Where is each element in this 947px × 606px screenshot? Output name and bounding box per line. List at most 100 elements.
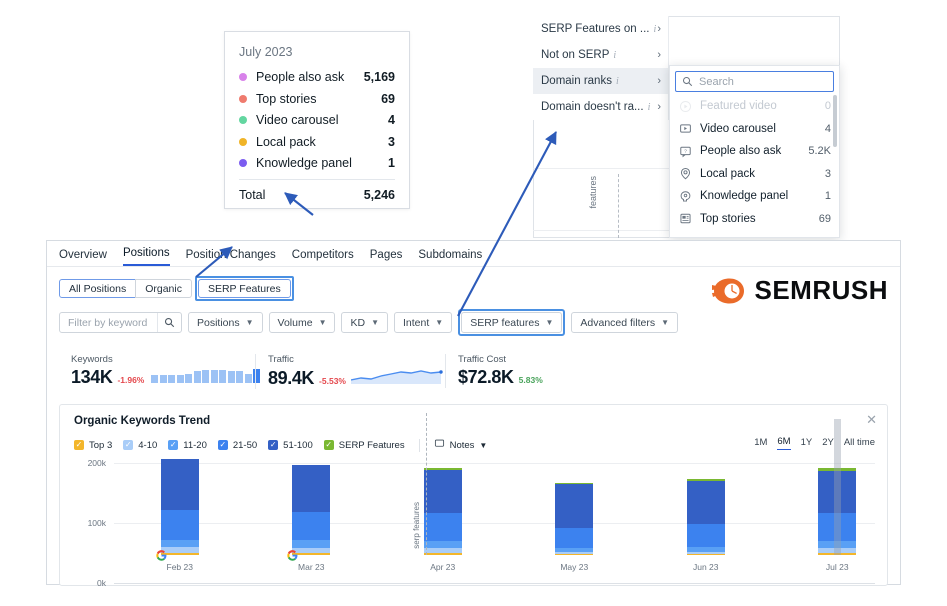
checkbox-icon[interactable]: ✓	[217, 440, 228, 450]
dropdown-item[interactable]: Not on SERP i ›	[533, 42, 668, 68]
filter-serp-features[interactable]: SERP features ▼	[461, 312, 563, 333]
main-nav-tabs[interactable]: Overview Positions Position Changes Competi…	[47, 241, 900, 267]
annotation-dashed-line	[425, 413, 427, 555]
filter-positions[interactable]: Positions ▼	[188, 312, 263, 333]
stacked-bar[interactable]	[160, 459, 199, 555]
sparkline-bar	[159, 375, 167, 383]
chevron-down-icon: ▼	[371, 318, 379, 327]
filter-toolbar[interactable]: Filter by keyword Positions ▼ Volume ▼ KD ▼ In…	[47, 301, 900, 336]
tab-pages[interactable]: Pages	[370, 249, 403, 266]
dropdown-item[interactable]: Domain doesn't ra... i ›	[533, 94, 668, 120]
sparkline-bar	[210, 370, 218, 383]
range-all-time[interactable]: All time	[844, 437, 875, 450]
tab-positions[interactable]: Positions	[122, 247, 170, 266]
y-axis-tick-label: 100k	[87, 518, 106, 528]
info-icon[interactable]: i	[616, 76, 619, 87]
range-6m[interactable]: 6M	[777, 436, 791, 450]
stacked-bar[interactable]	[423, 468, 462, 555]
google-update-icon[interactable]	[156, 548, 167, 561]
filter-buttons[interactable]: Positions ▼ Volume ▼ KD ▼ Intent ▼ SERP features…	[188, 309, 679, 336]
close-icon[interactable]: ✕	[866, 413, 877, 426]
segment-organic[interactable]: Organic	[135, 279, 192, 298]
legend-item-21-50[interactable]: ✓ 21-50	[217, 440, 257, 451]
bar-segment-21-50	[292, 511, 331, 541]
filter-label: Volume	[277, 316, 313, 329]
info-icon[interactable]: i	[648, 102, 651, 113]
submenu-item-label: Featured video	[700, 100, 777, 113]
search-input[interactable]: Search	[675, 71, 834, 92]
segment-all-positions[interactable]: All Positions	[59, 279, 137, 298]
google-update-icon[interactable]	[287, 548, 298, 561]
checkbox-icon[interactable]: ✓	[268, 440, 279, 450]
bar-segment-21-50	[686, 524, 725, 547]
filter-volume[interactable]: Volume ▼	[268, 312, 336, 333]
submenu-scrollbar[interactable]	[833, 95, 837, 147]
x-axis-tick-label: Mar 23	[298, 562, 325, 572]
x-axis-tick-label: Jul 23	[825, 562, 849, 572]
filter-kd[interactable]: KD ▼	[341, 312, 388, 333]
legend-item-51-100[interactable]: ✓ 51-100	[268, 440, 313, 451]
serp-features-dropdown[interactable]: SERP Features on ... i › Not on SERP i › Domai…	[533, 16, 840, 238]
legend-item-11-20[interactable]: ✓ 11-20	[168, 440, 207, 451]
submenu-item[interactable]: Local pack 3	[670, 163, 839, 186]
submenu-item[interactable]: Top stories 69	[670, 208, 839, 231]
submenu-list[interactable]: Featured video 0 Video carousel 4? People al…	[670, 95, 839, 230]
semrush-logo: SEMRUSH	[712, 275, 888, 306]
metric-traffic-cost: Traffic Cost $72.8K 5.83%	[445, 354, 543, 388]
filter-label: SERP features	[470, 316, 540, 329]
range-1y[interactable]: 1Y	[801, 437, 813, 450]
metric-keywords: Keywords 134K -1.96%	[59, 354, 261, 388]
dropdown-category-list[interactable]: SERP Features on ... i › Not on SERP i › Domai…	[533, 16, 669, 120]
tab-subdomains[interactable]: Subdomains	[418, 249, 482, 266]
x-axis-tick-label: Jun 23	[692, 562, 719, 572]
stacked-bar[interactable]	[686, 479, 725, 555]
legend-item-top-3[interactable]: ✓ Top 3	[74, 440, 112, 451]
range-1m[interactable]: 1M	[754, 437, 767, 450]
dropdown-item[interactable]: SERP Features on ... i ›	[533, 16, 668, 42]
y-axis-tick-label: 0k	[97, 578, 106, 588]
y-axis-tick-label: 200k	[87, 458, 106, 468]
tab-overview[interactable]: Overview	[59, 249, 107, 266]
info-icon[interactable]: i	[613, 50, 616, 61]
metric-delta: -1.96%	[117, 375, 145, 385]
stacked-bar[interactable]	[292, 464, 331, 555]
range-2y[interactable]: 2Y	[822, 437, 834, 450]
segment-serp-features[interactable]: SERP Features	[197, 279, 291, 298]
legend-item-serp-features[interactable]: ✓ SERP Features	[323, 440, 405, 451]
tooltip-divider	[239, 179, 395, 180]
dropdown-item[interactable]: Domain ranks i ›	[533, 68, 668, 94]
tab-competitors[interactable]: Competitors	[292, 249, 354, 266]
chevron-down-icon: ▼	[479, 440, 488, 450]
filter-intent[interactable]: Intent ▼	[394, 312, 453, 333]
x-axis-tick-label: May 23	[560, 562, 589, 572]
stacked-bar[interactable]	[555, 482, 594, 555]
serp-feature-submenu[interactable]: Search Featured video 0 Video carousel 4? Pe…	[669, 65, 840, 238]
bar-segment-51-100	[423, 469, 462, 514]
semrush-mark-icon	[712, 278, 745, 303]
local-pack-icon	[678, 167, 692, 180]
time-range-selector[interactable]: 1M 6M 1Y 2Y All time	[754, 436, 875, 450]
submenu-item[interactable]: Video carousel 4	[670, 118, 839, 141]
notes-dropdown[interactable]: Notes ▼	[434, 438, 488, 452]
checkbox-icon[interactable]: ✓	[168, 440, 179, 450]
tooltip-title: July 2023	[239, 45, 293, 59]
submenu-item[interactable]: Knowledge panel 1	[670, 185, 839, 208]
legend-item-4-10[interactable]: ✓ 4-10	[123, 440, 157, 451]
checkbox-icon[interactable]: ✓	[323, 440, 334, 450]
checkbox-icon[interactable]: ✓	[123, 440, 134, 450]
checkbox-icon[interactable]: ✓	[74, 440, 84, 450]
submenu-item[interactable]: ? People also ask 5.2K	[670, 140, 839, 163]
chevron-down-icon: ▼	[318, 318, 327, 327]
bar-segment-11-20	[160, 539, 199, 548]
chevron-right-icon: ›	[657, 101, 661, 113]
search-icon[interactable]	[157, 313, 181, 332]
segment-group[interactable]: All Positions Organic	[59, 279, 192, 298]
keyword-filter-input[interactable]: Filter by keyword	[59, 312, 182, 333]
filter-advanced-filters[interactable]: Advanced filters ▼	[571, 312, 679, 333]
legend-dot-icon	[239, 116, 247, 124]
tab-position-changes[interactable]: Position Changes	[186, 249, 276, 266]
submenu-item-count: 4	[824, 122, 831, 135]
chart-plot-area: 0k 100k 200k Feb 23 Mar 23 Apr 23 May 23 Jun 23…	[74, 413, 875, 588]
info-icon[interactable]: i	[653, 24, 656, 35]
submenu-item-label: Video carousel	[700, 122, 776, 135]
